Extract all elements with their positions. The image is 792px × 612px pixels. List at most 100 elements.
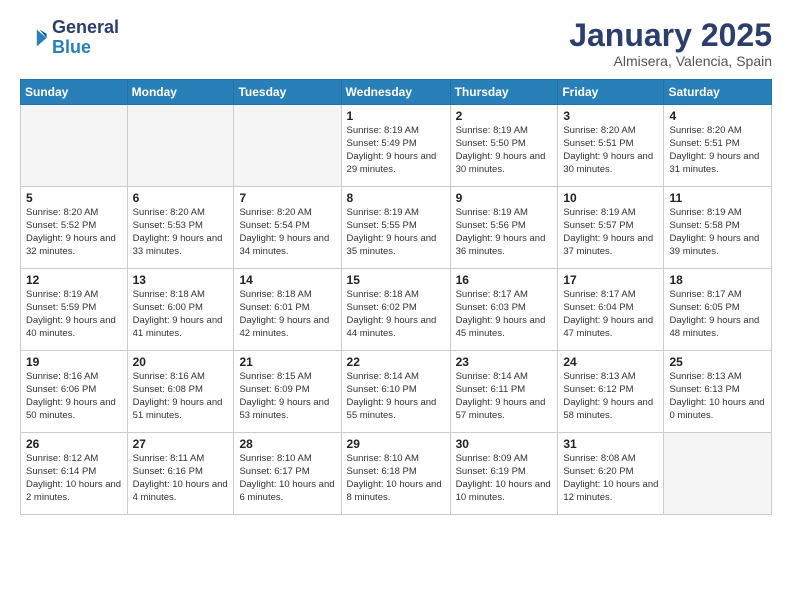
day-number: 3 (563, 109, 658, 123)
week-row-0: 1 Sunrise: 8:19 AM Sunset: 5:49 PM Daylig… (21, 105, 772, 187)
day-info: Sunrise: 8:17 AM Sunset: 6:05 PM Dayligh… (669, 289, 766, 340)
day-number: 19 (26, 355, 122, 369)
day-info: Sunrise: 8:13 AM Sunset: 6:13 PM Dayligh… (669, 371, 766, 422)
day-number: 8 (347, 191, 445, 205)
calendar-cell: 10 Sunrise: 8:19 AM Sunset: 5:57 PM Dayli… (558, 187, 664, 269)
day-info: Sunrise: 8:17 AM Sunset: 6:03 PM Dayligh… (456, 289, 553, 340)
day-info: Sunrise: 8:20 AM Sunset: 5:51 PM Dayligh… (563, 125, 658, 176)
day-info: Sunrise: 8:18 AM Sunset: 6:01 PM Dayligh… (239, 289, 335, 340)
col-tuesday: Tuesday (234, 80, 341, 105)
week-row-2: 12Sunrise: 8:19 AM Sunset: 5:59 PM Dayli… (21, 269, 772, 351)
day-number: 24 (563, 355, 658, 369)
calendar-cell (664, 433, 772, 515)
calendar-cell: 26Sunrise: 8:12 AM Sunset: 6:14 PM Dayli… (21, 433, 128, 515)
day-info: Sunrise: 8:15 AM Sunset: 6:09 PM Dayligh… (239, 371, 335, 422)
day-number: 9 (456, 191, 553, 205)
day-info: Sunrise: 8:16 AM Sunset: 6:08 PM Dayligh… (133, 371, 229, 422)
calendar-cell: 6Sunrise: 8:20 AM Sunset: 5:53 PM Daylig… (127, 187, 234, 269)
day-info: Sunrise: 8:17 AM Sunset: 6:04 PM Dayligh… (563, 289, 658, 340)
calendar-cell: 9 Sunrise: 8:19 AM Sunset: 5:56 PM Daylig… (450, 187, 558, 269)
day-number: 27 (133, 437, 229, 451)
day-number: 2 (456, 109, 553, 123)
day-info: Sunrise: 8:19 AM Sunset: 5:56 PM Dayligh… (456, 207, 553, 258)
day-number: 7 (239, 191, 335, 205)
logo-text: General Blue (52, 18, 119, 58)
day-number: 1 (347, 109, 445, 123)
calendar-cell: 17Sunrise: 8:17 AM Sunset: 6:04 PM Dayli… (558, 269, 664, 351)
calendar-cell: 28 Sunrise: 8:10 AM Sunset: 6:17 PM Dayli… (234, 433, 341, 515)
col-sunday: Sunday (21, 80, 128, 105)
day-number: 4 (669, 109, 766, 123)
calendar-cell: 16 Sunrise: 8:17 AM Sunset: 6:03 PM Dayli… (450, 269, 558, 351)
day-number: 26 (26, 437, 122, 451)
title-block: January 2025 Almisera, Valencia, Spain (569, 18, 772, 69)
calendar-cell: 2 Sunrise: 8:19 AM Sunset: 5:50 PM Daylig… (450, 105, 558, 187)
calendar-cell: 21 Sunrise: 8:15 AM Sunset: 6:09 PM Dayli… (234, 351, 341, 433)
calendar-cell: 13Sunrise: 8:18 AM Sunset: 6:00 PM Dayli… (127, 269, 234, 351)
logo-icon (20, 24, 48, 52)
day-number: 23 (456, 355, 553, 369)
col-monday: Monday (127, 80, 234, 105)
header: General Blue January 2025 Almisera, Vale… (20, 18, 772, 69)
day-info: Sunrise: 8:19 AM Sunset: 5:49 PM Dayligh… (347, 125, 445, 176)
weekday-header-row: Sunday Monday Tuesday Wednesday Thursday… (21, 80, 772, 105)
calendar-cell: 15 Sunrise: 8:18 AM Sunset: 6:02 PM Dayli… (341, 269, 450, 351)
day-number: 30 (456, 437, 553, 451)
day-info: Sunrise: 8:10 AM Sunset: 6:17 PM Dayligh… (239, 453, 335, 504)
day-info: Sunrise: 8:14 AM Sunset: 6:11 PM Dayligh… (456, 371, 553, 422)
calendar-cell: 12Sunrise: 8:19 AM Sunset: 5:59 PM Dayli… (21, 269, 128, 351)
calendar-cell: 22Sunrise: 8:14 AM Sunset: 6:10 PM Dayli… (341, 351, 450, 433)
day-number: 15 (347, 273, 445, 287)
calendar: Sunday Monday Tuesday Wednesday Thursday… (20, 79, 772, 515)
calendar-cell: 1 Sunrise: 8:19 AM Sunset: 5:49 PM Daylig… (341, 105, 450, 187)
calendar-cell: 7 Sunrise: 8:20 AM Sunset: 5:54 PM Daylig… (234, 187, 341, 269)
day-number: 16 (456, 273, 553, 287)
day-info: Sunrise: 8:18 AM Sunset: 6:00 PM Dayligh… (133, 289, 229, 340)
day-number: 14 (239, 273, 335, 287)
calendar-cell: 31 Sunrise: 8:08 AM Sunset: 6:20 PM Dayli… (558, 433, 664, 515)
calendar-cell: 25 Sunrise: 8:13 AM Sunset: 6:13 PM Dayli… (664, 351, 772, 433)
day-number: 22 (347, 355, 445, 369)
day-number: 21 (239, 355, 335, 369)
day-number: 25 (669, 355, 766, 369)
day-number: 18 (669, 273, 766, 287)
col-wednesday: Wednesday (341, 80, 450, 105)
calendar-cell: 23 Sunrise: 8:14 AM Sunset: 6:11 PM Dayli… (450, 351, 558, 433)
day-number: 29 (347, 437, 445, 451)
week-row-4: 26Sunrise: 8:12 AM Sunset: 6:14 PM Dayli… (21, 433, 772, 515)
day-info: Sunrise: 8:19 AM Sunset: 5:50 PM Dayligh… (456, 125, 553, 176)
calendar-cell: 11 Sunrise: 8:19 AM Sunset: 5:58 PM Dayli… (664, 187, 772, 269)
day-info: Sunrise: 8:18 AM Sunset: 6:02 PM Dayligh… (347, 289, 445, 340)
calendar-cell: 5 Sunrise: 8:20 AM Sunset: 5:52 PM Daylig… (21, 187, 128, 269)
calendar-cell: 3 Sunrise: 8:20 AM Sunset: 5:51 PM Daylig… (558, 105, 664, 187)
calendar-cell (21, 105, 128, 187)
calendar-cell: 19 Sunrise: 8:16 AM Sunset: 6:06 PM Dayli… (21, 351, 128, 433)
day-number: 10 (563, 191, 658, 205)
calendar-cell: 24 Sunrise: 8:13 AM Sunset: 6:12 PM Dayli… (558, 351, 664, 433)
day-number: 11 (669, 191, 766, 205)
col-friday: Friday (558, 80, 664, 105)
day-number: 5 (26, 191, 122, 205)
page-subtitle: Almisera, Valencia, Spain (569, 53, 772, 69)
day-info: Sunrise: 8:20 AM Sunset: 5:52 PM Dayligh… (26, 207, 122, 258)
day-number: 20 (133, 355, 229, 369)
day-info: Sunrise: 8:13 AM Sunset: 6:12 PM Dayligh… (563, 371, 658, 422)
week-row-3: 19 Sunrise: 8:16 AM Sunset: 6:06 PM Dayli… (21, 351, 772, 433)
calendar-cell (234, 105, 341, 187)
day-info: Sunrise: 8:20 AM Sunset: 5:54 PM Dayligh… (239, 207, 335, 258)
calendar-cell: 14 Sunrise: 8:18 AM Sunset: 6:01 PM Dayli… (234, 269, 341, 351)
day-number: 28 (239, 437, 335, 451)
day-info: Sunrise: 8:19 AM Sunset: 5:57 PM Dayligh… (563, 207, 658, 258)
calendar-cell: 30Sunrise: 8:09 AM Sunset: 6:19 PM Dayli… (450, 433, 558, 515)
col-saturday: Saturday (664, 80, 772, 105)
day-number: 31 (563, 437, 658, 451)
calendar-cell (127, 105, 234, 187)
calendar-cell: 20 Sunrise: 8:16 AM Sunset: 6:08 PM Dayli… (127, 351, 234, 433)
day-info: Sunrise: 8:19 AM Sunset: 5:58 PM Dayligh… (669, 207, 766, 258)
day-number: 6 (133, 191, 229, 205)
day-info: Sunrise: 8:19 AM Sunset: 5:55 PM Dayligh… (347, 207, 445, 258)
calendar-cell: 18 Sunrise: 8:17 AM Sunset: 6:05 PM Dayli… (664, 269, 772, 351)
day-info: Sunrise: 8:16 AM Sunset: 6:06 PM Dayligh… (26, 371, 122, 422)
day-info: Sunrise: 8:11 AM Sunset: 6:16 PM Dayligh… (133, 453, 229, 504)
day-info: Sunrise: 8:08 AM Sunset: 6:20 PM Dayligh… (563, 453, 658, 504)
